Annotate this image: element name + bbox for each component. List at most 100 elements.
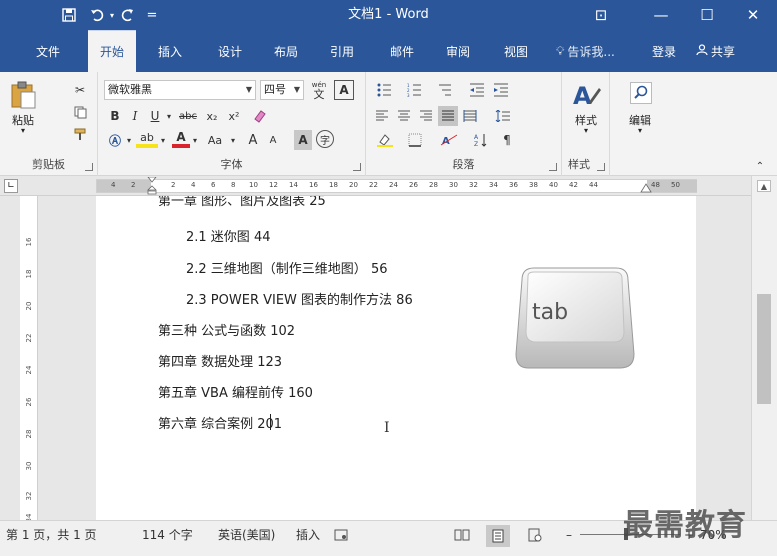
doc-line-2-3[interactable]: 2.3 POWER VIEW 图表的制作方法 86 <box>186 289 413 308</box>
collapse-ribbon-icon[interactable]: ⌃ <box>752 156 768 176</box>
tab-key-image[interactable]: tab <box>514 262 636 372</box>
close-button[interactable]: ✕ <box>730 0 776 30</box>
numbering-icon[interactable]: 123 <box>402 80 430 100</box>
distributed-icon[interactable] <box>460 106 480 126</box>
tab-review[interactable]: 审阅 <box>438 30 478 72</box>
horizontal-ruler[interactable]: 4 2 2 4 6 8 10 12 14 16 18 20 22 24 26 2… <box>96 177 697 195</box>
vruler-number: 18 <box>25 269 33 279</box>
shrink-font-button[interactable]: A <box>264 130 282 150</box>
tab-mailings[interactable]: 邮件 <box>382 30 422 72</box>
paste-button[interactable]: 粘贴 ▾ <box>6 78 40 138</box>
underline-button[interactable]: U <box>146 106 164 126</box>
character-border-button[interactable]: A <box>334 80 354 100</box>
font-color-dropdown-icon[interactable]: ▾ <box>190 130 200 150</box>
read-mode-icon[interactable] <box>454 521 470 556</box>
tab-references[interactable]: 引用 <box>322 30 362 72</box>
show-hide-marks-icon[interactable]: ¶ <box>496 130 518 150</box>
paragraph-launcher-icon[interactable] <box>549 163 557 171</box>
decrease-indent-icon[interactable] <box>466 80 488 100</box>
tab-home[interactable]: 开始 <box>88 30 136 72</box>
phonetic-guide-button[interactable]: wén 文 <box>308 80 330 100</box>
shading-icon[interactable] <box>372 130 398 150</box>
vertical-scrollbar[interactable]: ▲ <box>751 176 777 520</box>
vruler-number: 20 <box>25 301 33 311</box>
align-center-icon[interactable] <box>394 106 414 126</box>
copy-icon[interactable] <box>70 102 90 122</box>
doc-line-2-2[interactable]: 2.2 三维地图（制作三维地图） 56 <box>186 258 387 277</box>
italic-button[interactable]: I <box>126 106 144 126</box>
word-count-status[interactable]: 114 个字 <box>142 521 193 556</box>
tell-me-box[interactable]: 💡︎ 告诉我... <box>556 30 615 72</box>
tab-design[interactable]: 设计 <box>210 30 250 72</box>
cut-icon[interactable]: ✂ <box>70 80 90 100</box>
chinese-layout-icon[interactable]: A <box>434 130 464 150</box>
ruler-number: 42 <box>569 181 578 189</box>
font-size-combo[interactable]: 四号 ▼ <box>260 80 304 100</box>
clear-formatting-icon[interactable] <box>248 106 270 126</box>
enclose-characters-button[interactable]: 字 <box>316 130 334 148</box>
font-launcher-icon[interactable] <box>353 163 361 171</box>
doc-line-chapter-5[interactable]: 第五章 VBA 编程前传 160 <box>158 382 313 401</box>
maximize-button[interactable]: ☐ <box>684 0 730 30</box>
strikethrough-button[interactable]: abc <box>176 106 200 126</box>
doc-line-chapter-4[interactable]: 第四章 数据处理 123 <box>158 351 282 370</box>
font-name-combo[interactable]: 微软雅黑 ▼ <box>104 80 256 100</box>
text-effects-dropdown-icon[interactable]: ▾ <box>124 130 134 150</box>
underline-dropdown-icon[interactable]: ▾ <box>164 106 174 126</box>
right-indent-marker-icon[interactable] <box>640 182 652 194</box>
first-line-indent-marker-icon[interactable] <box>147 177 157 195</box>
highlight-dropdown-icon[interactable]: ▾ <box>158 130 168 150</box>
font-color-button[interactable]: A <box>172 130 190 148</box>
styles-launcher-icon[interactable] <box>597 163 605 171</box>
borders-icon[interactable] <box>402 130 428 150</box>
text-effects-button[interactable]: Ⓐ <box>106 130 124 150</box>
page-count-status[interactable]: 第 1 页，共 1 页 <box>6 521 97 556</box>
print-layout-icon[interactable] <box>486 525 510 547</box>
format-painter-icon[interactable] <box>70 124 90 144</box>
tab-file[interactable]: 文件 <box>28 30 68 72</box>
minimize-button[interactable]: — <box>638 0 684 30</box>
character-shading-button[interactable]: A <box>294 130 312 150</box>
zoom-out-button[interactable]: – <box>566 521 572 556</box>
line-spacing-icon[interactable] <box>490 106 516 126</box>
ruler-number: 26 <box>409 181 418 189</box>
grow-font-button[interactable]: A <box>244 130 262 150</box>
align-left-icon[interactable] <box>372 106 392 126</box>
tab-view[interactable]: 视图 <box>496 30 536 72</box>
doc-line-chapter-3[interactable]: 第三种 公式与函数 102 <box>158 320 295 339</box>
language-status[interactable]: 英语(美国) <box>218 521 275 556</box>
tab-insert[interactable]: 插入 <box>150 30 190 72</box>
ruler-number: 8 <box>231 181 236 189</box>
i-beam-cursor-icon: I <box>384 420 390 436</box>
tab-layout[interactable]: 布局 <box>266 30 306 72</box>
doc-line-chapter-6[interactable]: 第六章 综合案例 201 <box>158 413 282 432</box>
align-right-icon[interactable] <box>416 106 436 126</box>
scroll-up-icon[interactable]: ▲ <box>757 180 771 192</box>
highlight-button[interactable]: ab <box>136 130 158 148</box>
web-layout-icon[interactable] <box>528 521 542 556</box>
increase-indent-icon[interactable] <box>490 80 512 100</box>
insert-mode-status[interactable]: 插入 <box>296 521 320 556</box>
horizontal-ruler-row: ∟ 4 2 2 4 6 8 10 12 14 16 18 20 22 24 26… <box>0 176 777 196</box>
change-case-dropdown-icon[interactable]: ▾ <box>228 130 238 150</box>
macro-recording-icon[interactable] <box>334 521 348 556</box>
multilevel-list-icon[interactable] <box>432 80 460 100</box>
styles-gallery-button[interactable]: A 样式 ▾ <box>568 78 604 142</box>
editing-button[interactable]: 编辑 ▾ <box>620 78 660 142</box>
text-cursor <box>270 414 271 430</box>
change-case-button[interactable]: Aa <box>202 130 228 150</box>
superscript-button[interactable]: x² <box>224 106 244 126</box>
clipboard-launcher-icon[interactable] <box>85 163 93 171</box>
subscript-button[interactable]: x₂ <box>202 106 222 126</box>
doc-line-2-1[interactable]: 2.1 迷你图 44 <box>186 226 270 245</box>
tab-selector[interactable]: ∟ <box>4 179 18 193</box>
ribbon-display-options-icon[interactable]: ⊡ <box>578 0 624 30</box>
share-button[interactable]: 共享 <box>696 30 735 72</box>
justify-icon[interactable] <box>438 106 458 126</box>
sort-icon[interactable]: AZ <box>470 130 492 150</box>
login-button[interactable]: 登录 <box>652 30 676 72</box>
bold-button[interactable]: B <box>106 106 124 126</box>
scrollbar-thumb[interactable] <box>757 294 771 404</box>
bullets-icon[interactable] <box>372 80 400 100</box>
vertical-ruler[interactable]: 16 18 20 22 24 26 28 30 32 34 <box>20 196 38 522</box>
